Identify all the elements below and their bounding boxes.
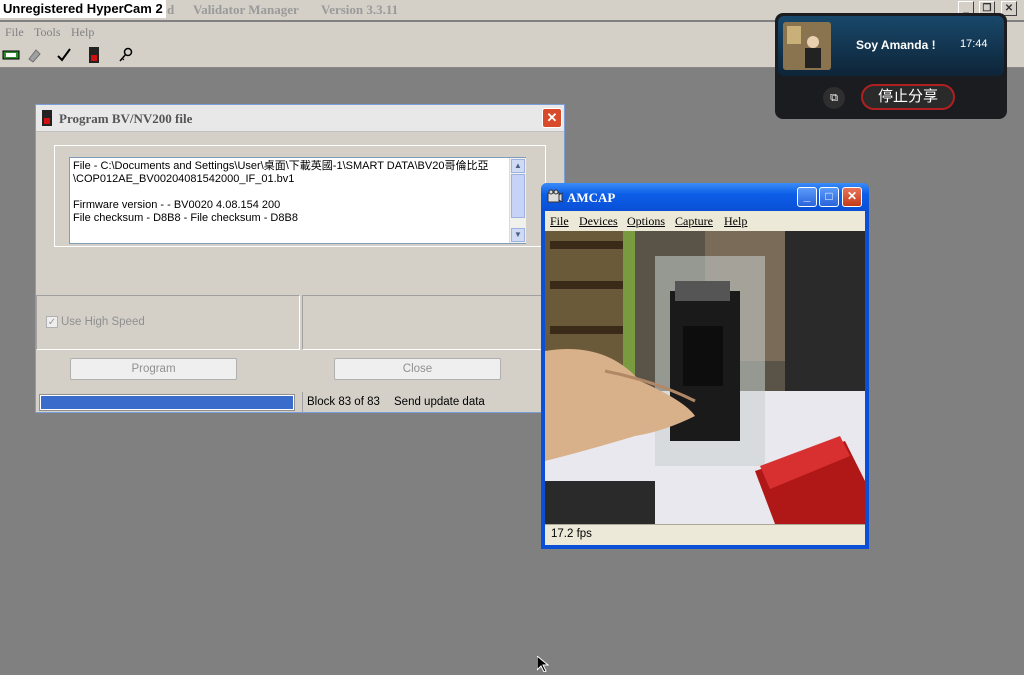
amcap-statusbar: 17.2 fps (545, 524, 865, 545)
amcap-title: AMCAP (567, 190, 616, 205)
file-info-textbox[interactable]: File - C:\Documents and Settings\User\桌面… (69, 157, 526, 244)
stop-share-button[interactable]: 停止分享 (861, 84, 955, 110)
program-dialog-title: Program BV/NV200 file (59, 111, 193, 126)
amcap-titlebar[interactable]: AMCAP _ □ ✕ (541, 183, 869, 211)
options-panel (302, 295, 564, 350)
hypercam-watermark: Unregistered HyperCam 2 (0, 0, 166, 18)
amcap-menu-capture[interactable]: Capture (675, 214, 713, 229)
file-info-line (73, 186, 522, 199)
webcam-video (545, 231, 865, 524)
status-message: Send update data (394, 396, 485, 408)
amcap-menu-options[interactable]: Options (627, 214, 665, 229)
program-dialog: Program BV/NV200 file ✕ File - C:\Docume… (35, 104, 565, 413)
amcap-maximize-icon[interactable]: □ (819, 187, 839, 207)
scroll-up-icon[interactable]: ▲ (511, 159, 525, 173)
fps-readout: 17.2 fps (551, 528, 592, 540)
title-fragment: d (167, 2, 175, 17)
block-status: Block 83 of 83 (307, 396, 380, 408)
close-button[interactable]: Close (334, 358, 501, 380)
amcap-menu-file[interactable]: File (550, 214, 569, 229)
share-notification: Soy Amanda ! 17:44 ⧉ 停止分享 (775, 13, 1007, 119)
eraser-icon[interactable] (24, 45, 44, 65)
notification-header: Soy Amanda ! 17:44 (778, 16, 1004, 76)
notification-time: 17:44 (960, 38, 988, 50)
program-dialog-close-icon[interactable]: ✕ (542, 108, 562, 128)
file-info-line: File - C:\Documents and Settings\User\桌面… (73, 160, 489, 172)
program-button[interactable]: Program (70, 358, 237, 380)
amcap-window: AMCAP _ □ ✕ File Devices Options Capture… (541, 183, 869, 549)
caller-name: Soy Amanda ! (856, 38, 936, 52)
use-high-speed-label: Use High Speed (61, 316, 145, 328)
amcap-minimize-icon[interactable]: _ (797, 187, 817, 207)
menu-tools[interactable]: Tools (34, 25, 61, 40)
amcap-menu-help[interactable]: Help (724, 214, 747, 229)
amcap-close-icon[interactable]: ✕ (842, 187, 862, 207)
progress-fill (41, 396, 293, 409)
share-screen-icon[interactable]: ⧉ (823, 87, 845, 109)
menu-help[interactable]: Help (71, 25, 94, 40)
file-info-line: \COP012AE_BV00204081542000_IF_01.bv1 (73, 173, 295, 185)
app-version: Version 3.3.11 (321, 2, 399, 17)
amcap-menu-devices[interactable]: Devices (579, 214, 618, 229)
file-info-line: File checksum - D8B8 - File checksum - D… (73, 212, 298, 224)
validator-icon[interactable] (84, 45, 104, 65)
key-icon[interactable] (116, 45, 136, 65)
use-high-speed-checkbox[interactable]: ✓ (46, 316, 58, 328)
avatar (783, 22, 831, 70)
progress-bar (39, 394, 295, 411)
camera-icon (547, 189, 563, 208)
app-name: Validator Manager (193, 2, 299, 17)
scroll-thumb[interactable] (511, 174, 525, 218)
connect-icon[interactable] (1, 45, 21, 65)
mouse-cursor-icon (536, 654, 550, 675)
program-dialog-titlebar[interactable]: Program BV/NV200 file ✕ (36, 105, 564, 132)
file-info-line: Firmware version - - BV0020 4.08.154 200 (73, 199, 281, 211)
menu-file[interactable]: File (5, 25, 24, 40)
scroll-down-icon[interactable]: ▼ (511, 228, 525, 242)
validator-icon (42, 110, 52, 129)
amcap-menubar: File Devices Options Capture Help (545, 211, 865, 231)
checkmark-icon[interactable] (54, 45, 74, 65)
file-info-scrollbar[interactable]: ▲ ▼ (509, 158, 526, 243)
